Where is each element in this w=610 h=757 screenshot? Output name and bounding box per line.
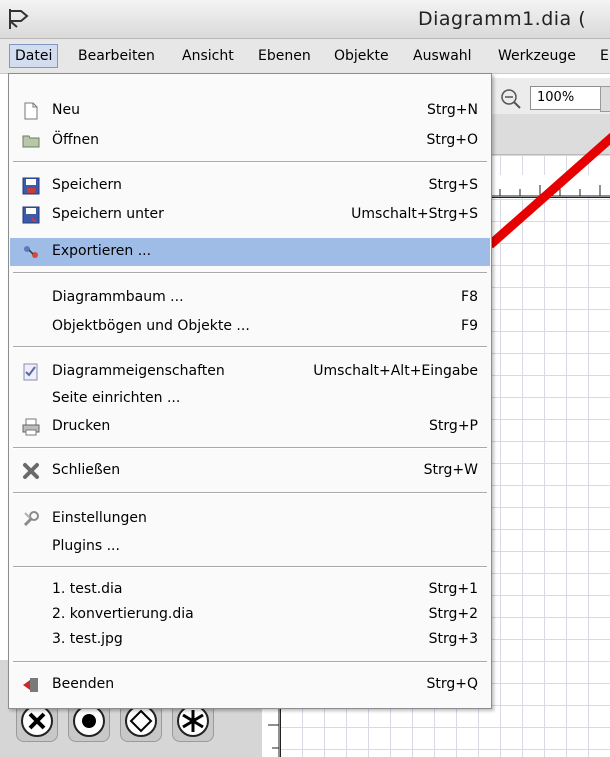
menu-bar: Datei Bearbeiten Ansicht Ebenen Objekte … [0,39,610,74]
menu-more[interactable]: E [600,48,609,64]
zoom-out-icon[interactable] [500,88,522,110]
menu-item-recent-2[interactable]: 2. konvertierung.dia Strg+2 [10,601,490,629]
properties-icon [23,363,38,381]
menu-item-label: Speichern unter [52,206,164,222]
menu-item-label: Neu [52,102,80,118]
menu-separator [13,661,487,663]
menu-item-neu[interactable]: Neu Strg+N [10,97,490,125]
menu-datei[interactable]: Datei [9,44,59,68]
export-icon [24,246,38,258]
menu-item-diagrammeigenschaften[interactable]: Diagrammeigenschaften Umschalt+Alt+Einga… [10,358,490,386]
save-as-icon [22,206,40,224]
menu-item-label: 2. konvertierung.dia [52,606,194,622]
zoom-input[interactable]: 100% [530,86,603,110]
menu-item-label: Einstellungen [52,510,147,526]
menu-separator [13,161,487,163]
menu-item-shortcut: Strg+Q [426,676,478,692]
menu-item-shortcut: Strg+2 [428,606,478,622]
menu-separator [13,566,487,568]
menu-item-einstellungen[interactable]: Einstellungen [10,505,490,533]
menu-ansicht[interactable]: Ansicht [182,48,234,64]
menu-item-shortcut: Strg+P [429,418,478,434]
new-document-icon [24,102,38,120]
close-icon [23,463,39,479]
menu-item-shortcut: Strg+S [428,177,478,193]
printer-icon [22,418,40,436]
menu-item-label: Diagrammbaum ... [52,289,184,305]
title-bar: Diagramm1.dia ( [0,0,610,39]
menu-separator [13,272,487,274]
zoom-dropdown-button[interactable] [600,86,610,112]
menu-item-label: Diagrammeigenschaften [52,363,225,379]
quit-icon [23,678,38,692]
menu-item-label: Schließen [52,462,121,478]
menu-item-label: Objektbögen und Objekte ... [52,318,250,334]
red-pointer-arrow-icon [487,132,610,249]
menu-auswahl[interactable]: Auswahl [413,48,472,64]
menu-ebenen[interactable]: Ebenen [258,48,311,64]
menu-item-shortcut: Umschalt+Strg+S [351,206,478,222]
menu-item-shortcut: Umschalt+Alt+Eingabe [313,363,478,379]
menu-item-label: Seite einrichten ... [52,390,181,406]
menu-item-drucken[interactable]: Drucken Strg+P [10,413,490,441]
menu-item-label: 3. test.jpg [52,631,123,647]
menu-item-seite-einrichten[interactable]: Seite einrichten ... [10,385,490,413]
menu-item-shortcut: Strg+N [427,102,478,118]
menu-item-plugins[interactable]: Plugins ... [10,533,490,561]
menu-item-label: Öffnen [52,132,100,148]
menu-item-shortcut: Strg+3 [428,631,478,647]
datei-dropdown-menu: Neu Strg+N Öffnen Strg+O Speichern Strg+… [8,73,492,709]
menu-item-oeffnen[interactable]: Öffnen Strg+O [10,127,490,155]
menu-item-shortcut: F9 [461,318,478,334]
menu-item-shortcut: F8 [461,289,478,305]
menu-item-beenden[interactable]: Beenden Strg+Q [10,671,490,699]
menu-separator [13,447,487,449]
menu-item-label: Exportieren ... [52,243,152,259]
menu-item-label: Beenden [52,676,115,692]
preferences-icon [23,511,39,527]
folder-icon [22,135,40,148]
save-icon [22,177,40,195]
menu-item-schliessen[interactable]: Schließen Strg+W [10,457,490,485]
menu-item-shortcut: Strg+W [423,462,478,478]
menu-objekte[interactable]: Objekte [334,48,389,64]
menu-item-label: 1. test.dia [52,581,123,597]
menu-item-recent-1[interactable]: 1. test.dia Strg+1 [10,576,490,604]
menu-item-shortcut: Strg+1 [428,581,478,597]
menu-item-label: Drucken [52,418,111,434]
menu-item-shortcut: Strg+O [426,132,478,148]
window-title: Diagramm1.dia ( [418,8,587,30]
menu-separator [13,492,487,494]
menu-item-objektboegen[interactable]: Objektbögen und Objekte ... F9 [10,313,490,341]
menu-item-recent-3[interactable]: 3. test.jpg Strg+3 [10,626,490,654]
menu-bearbeiten[interactable]: Bearbeiten [78,48,155,64]
menu-item-speichern-unter[interactable]: Speichern unter Umschalt+Strg+S [10,201,490,229]
menu-item-exportieren[interactable]: Exportieren ... [10,238,490,266]
menu-item-speichern[interactable]: Speichern Strg+S [10,172,490,200]
menu-item-diagrammbaum[interactable]: Diagrammbaum ... F8 [10,284,490,312]
menu-item-label: Speichern [52,177,122,193]
menu-item-label: Plugins ... [52,538,120,554]
dia-app-icon [9,9,29,29]
menu-werkzeuge[interactable]: Werkzeuge [498,48,576,64]
menu-separator [13,346,487,348]
